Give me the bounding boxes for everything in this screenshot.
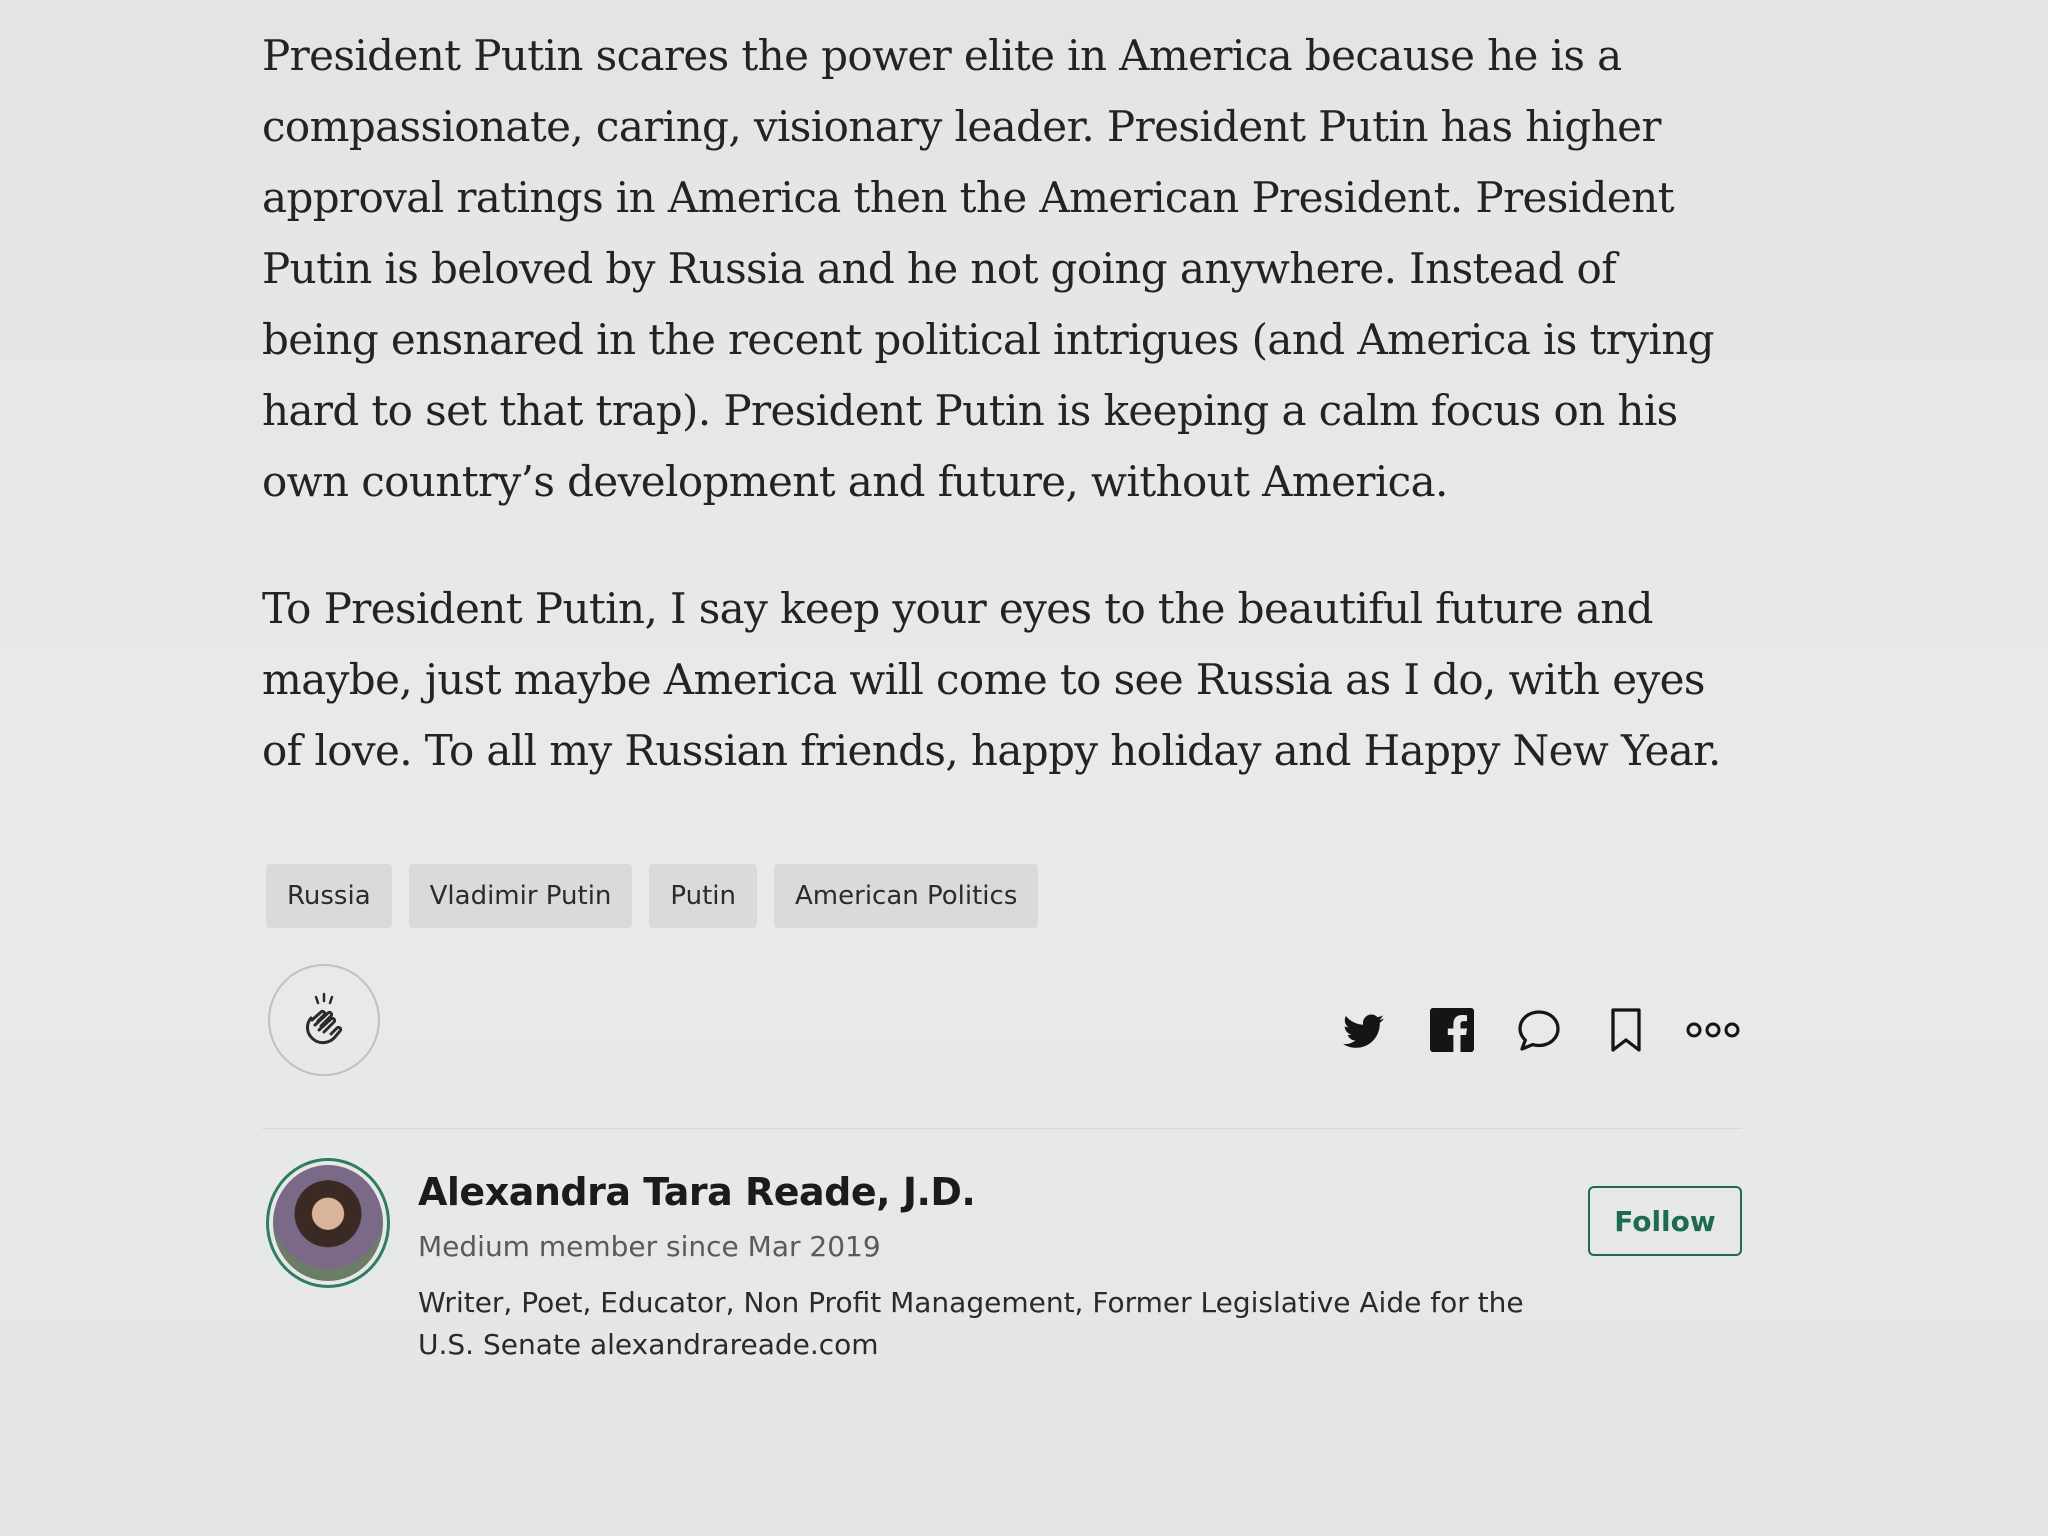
section-divider [262,1128,1742,1129]
avatar[interactable] [266,1158,390,1288]
article-paragraph: To President Putin, I say keep your eyes… [262,584,1721,775]
author-bio: Writer, Poet, Educator, Non Profit Manag… [418,1286,1524,1361]
author-name[interactable]: Alexandra Tara Reade, J.D. [418,1170,976,1214]
tag-list: Russia Vladimir Putin Putin American Pol… [266,864,1039,928]
tag-vladimir-putin[interactable]: Vladimir Putin [408,864,633,928]
article-paragraph: President Putin scares the power elite i… [262,31,1715,506]
author-card: Alexandra Tara Reade, J.D. Medium member… [266,1158,1746,1378]
comment-icon[interactable] [1508,999,1570,1061]
tag-russia[interactable]: Russia [266,864,392,928]
facebook-icon[interactable] [1421,999,1483,1061]
author-photo [273,1165,383,1281]
tag-american-politics[interactable]: American Politics [774,864,1039,928]
tag-putin[interactable]: Putin [649,864,758,928]
clap-icon [293,989,355,1051]
article-page: President Putin scares the power elite i… [0,0,2048,1536]
share-actions [1334,1000,1744,1060]
member-since: Medium member since Mar 2019 [418,1230,881,1263]
bookmark-icon[interactable] [1595,999,1657,1061]
twitter-icon[interactable] [1334,999,1396,1061]
more-icon[interactable] [1682,999,1744,1061]
article-body: President Putin scares the power elite i… [262,20,1742,786]
clap-button[interactable] [268,964,380,1076]
follow-button[interactable]: Follow [1588,1186,1742,1256]
